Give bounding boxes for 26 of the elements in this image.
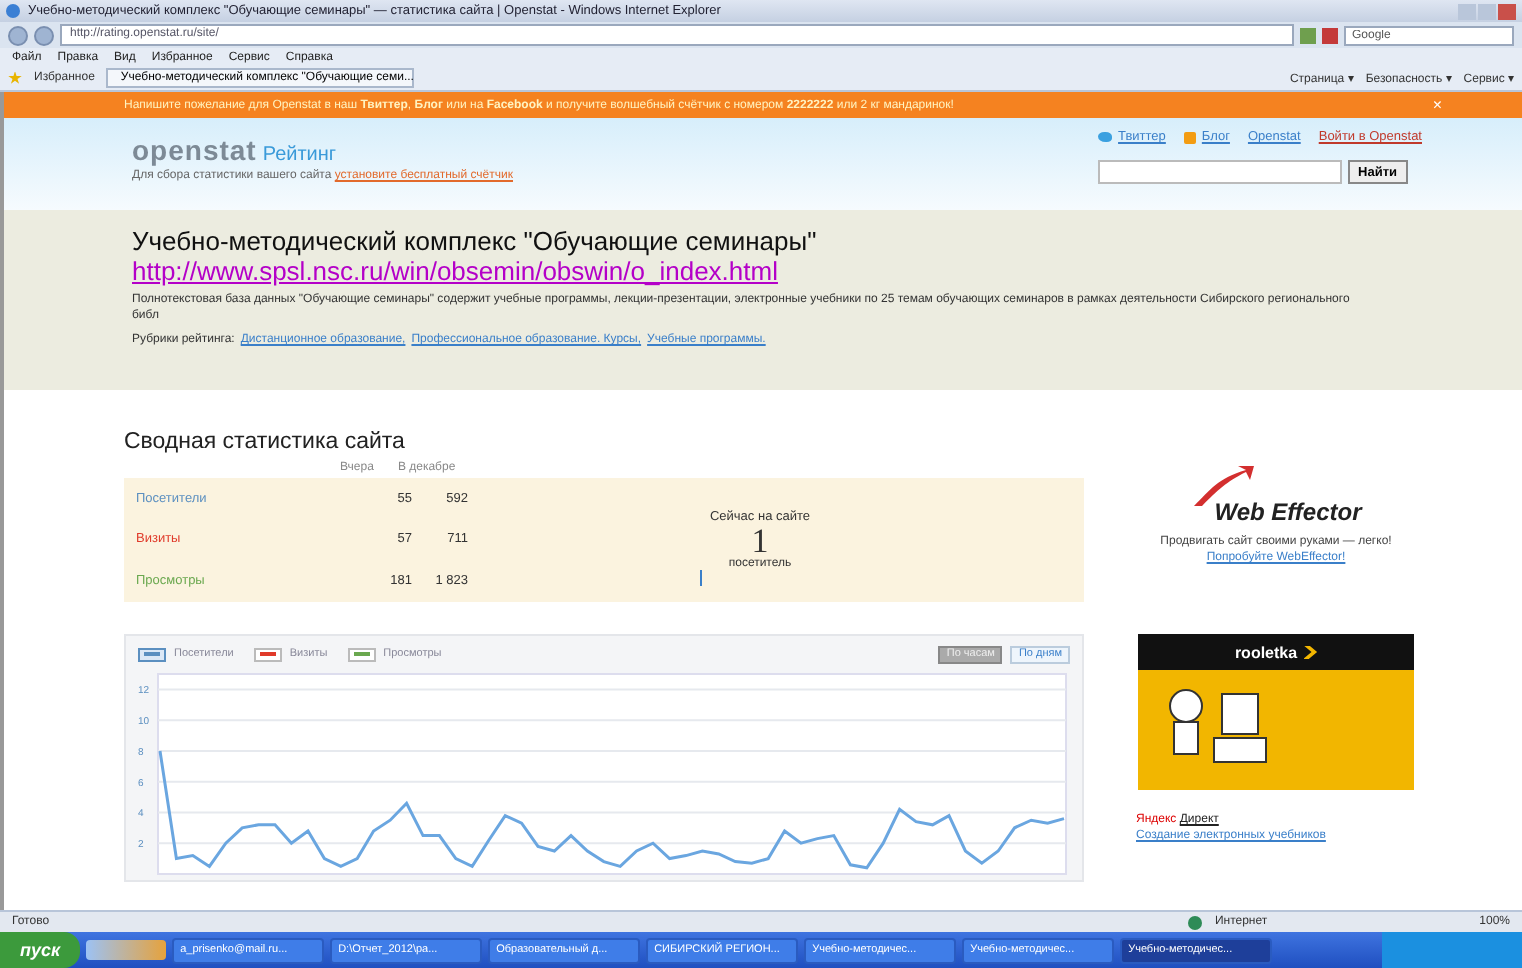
series-toggle[interactable] [138, 647, 166, 661]
site-title: Учебно-методический комплекс "Обучающие семинары" [132, 226, 819, 256]
window-controls-icon[interactable] [1458, 3, 1516, 19]
section-title: Сводная статистика сайта [124, 430, 407, 454]
logo-text: openstat [132, 134, 257, 166]
chevron-icon [1303, 645, 1318, 659]
banner-ad[interactable]: rooletka [1138, 634, 1414, 790]
logo-subtitle: Рейтинг [262, 144, 337, 166]
forward-button[interactable] [34, 25, 54, 45]
browser-logo-icon [6, 4, 20, 18]
start-button[interactable]: пуск [0, 932, 81, 968]
online-count: 1 [751, 524, 769, 558]
bird-icon[interactable] [1098, 132, 1113, 142]
series-toggle[interactable] [253, 647, 282, 661]
globe-icon [1188, 915, 1203, 929]
site-url-link[interactable]: http://www.spsl.nsc.ru/win/obsemin/obswin/o_index.html [132, 256, 778, 286]
search-field[interactable] [1098, 160, 1343, 184]
ad-logo: rooletka [1234, 643, 1298, 661]
webeffector-logo[interactable]: Web Effector [1190, 462, 1362, 526]
refresh-icon[interactable] [1300, 27, 1316, 43]
stop-icon[interactable] [1322, 27, 1338, 43]
back-button[interactable] [8, 25, 28, 45]
text-cursor-icon [700, 570, 702, 586]
rss-icon[interactable] [1183, 131, 1196, 143]
close-button[interactable]: × [1432, 96, 1442, 114]
series-toggle[interactable] [347, 647, 376, 661]
